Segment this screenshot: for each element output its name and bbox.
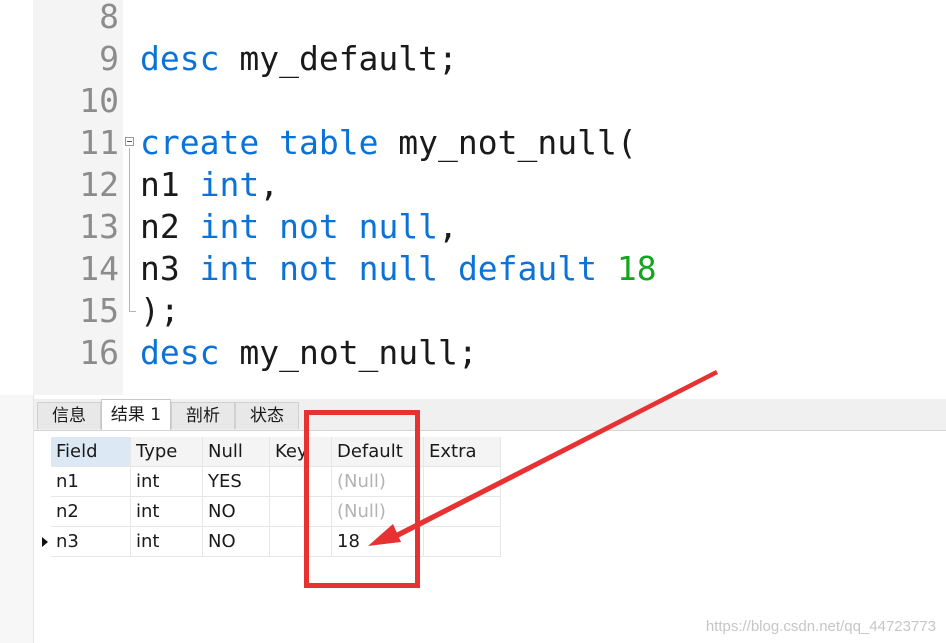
cell-type[interactable]: int — [131, 467, 203, 497]
line-number: 14 — [79, 249, 119, 288]
fold-range-end — [129, 311, 136, 312]
cell-field[interactable]: n3 — [51, 527, 131, 557]
cell-null[interactable]: NO — [203, 527, 270, 557]
sql-keyword: desc — [140, 333, 220, 372]
line-number: 8 — [99, 0, 119, 36]
row-indicator[interactable] — [34, 497, 51, 527]
cell-extra[interactable] — [424, 467, 501, 497]
fold-collapse-icon[interactable] — [125, 137, 134, 146]
sql-text: n1 — [140, 165, 200, 204]
sql-keyword: not — [279, 249, 339, 288]
sql-text: , — [438, 207, 458, 246]
sql-number: 18 — [616, 249, 657, 288]
code-line[interactable]: 8 — [0, 0, 946, 38]
code-line[interactable]: 9 desc my_default; — [0, 38, 946, 80]
line-number: 9 — [99, 39, 119, 78]
results-left-margin — [0, 395, 34, 643]
sql-keyword: not — [279, 207, 339, 246]
sql-text: , — [259, 165, 280, 204]
code-text[interactable]: create table my_not_null( — [140, 122, 637, 164]
grid-header-row: Field Type Null Key Default Extra — [34, 437, 501, 467]
sql-keyword: int — [199, 249, 260, 288]
column-header-type[interactable]: Type — [131, 437, 203, 467]
code-line[interactable]: 10 — [0, 80, 946, 122]
sql-text: ); — [140, 291, 180, 330]
row-indicator[interactable] — [34, 527, 51, 557]
cell-null[interactable]: NO — [203, 497, 270, 527]
table-row[interactable]: n2 int NO (Null) — [34, 497, 501, 527]
column-header-null[interactable]: Null — [203, 437, 270, 467]
row-indicator[interactable] — [34, 467, 51, 497]
tab-status[interactable]: 状态 — [235, 402, 299, 429]
sql-text: n3 — [140, 249, 200, 288]
cell-extra[interactable] — [424, 527, 501, 557]
annotation-highlight-box — [304, 410, 420, 588]
cell-null[interactable]: YES — [203, 467, 270, 497]
code-text[interactable]: desc my_not_null; — [140, 332, 478, 374]
results-panel: 信息 结果 1 剖析 状态 Field Type Null Key Defaul… — [0, 395, 946, 643]
code-line[interactable]: 14 n3 int not null default 18 — [0, 248, 946, 290]
code-text[interactable]: ); — [140, 290, 180, 332]
line-number: 16 — [79, 333, 119, 372]
code-line[interactable]: 16 desc my_not_null; — [0, 332, 946, 374]
line-number: 11 — [79, 123, 119, 162]
cell-field[interactable]: n2 — [51, 497, 131, 527]
line-number: 12 — [79, 165, 119, 204]
column-header-field[interactable]: Field — [51, 437, 131, 467]
sql-text: my_not_null; — [219, 333, 478, 372]
code-text[interactable]: desc my_default; — [140, 38, 458, 80]
tab-result-1[interactable]: 结果 1 — [101, 399, 171, 430]
code-line[interactable]: 11 create table my_not_null( — [0, 122, 946, 164]
tab-profile[interactable]: 剖析 — [171, 402, 235, 429]
sql-text: my_default; — [219, 39, 458, 78]
cell-type[interactable]: int — [131, 527, 203, 557]
line-number: 15 — [79, 291, 119, 330]
line-number: 13 — [79, 207, 119, 246]
column-header-extra[interactable]: Extra — [424, 437, 501, 467]
sql-keyword: table — [279, 123, 379, 162]
sql-keyword: null — [358, 249, 439, 288]
watermark: https://blog.csdn.net/qq_44723773 — [705, 618, 936, 635]
cell-extra[interactable] — [424, 497, 501, 527]
code-text[interactable]: n3 int not null default 18 — [140, 248, 657, 290]
sql-keyword: int — [199, 207, 260, 246]
current-row-arrow-icon — [42, 537, 48, 547]
table-row[interactable]: n1 int YES (Null) — [34, 467, 501, 497]
sql-text: my_not_null( — [378, 123, 637, 162]
code-line[interactable]: 12 n1 int, — [0, 164, 946, 206]
sql-keyword: desc — [140, 39, 220, 78]
sql-keyword: default — [457, 249, 598, 288]
sql-editor[interactable]: 8 9 desc my_default; 10 11 create table my_no… — [0, 0, 946, 395]
sql-keyword: int — [199, 165, 260, 204]
tab-info[interactable]: 信息 — [37, 402, 101, 429]
sql-keyword: create — [140, 123, 260, 162]
cell-type[interactable]: int — [131, 497, 203, 527]
sql-keyword: null — [358, 207, 439, 246]
code-line[interactable]: 15); — [0, 290, 946, 332]
sql-text: n2 — [140, 207, 200, 246]
results-tab-bar: 信息 结果 1 剖析 状态 — [34, 399, 946, 431]
code-text[interactable]: n1 int, — [140, 164, 279, 206]
cell-field[interactable]: n1 — [51, 467, 131, 497]
fold-range-line — [129, 148, 130, 312]
code-text[interactable]: n2 int not null, — [140, 206, 458, 248]
table-row-selected[interactable]: n3 int NO 18 — [34, 527, 501, 557]
line-number: 10 — [79, 81, 119, 120]
code-line[interactable]: 13 n2 int not null, — [0, 206, 946, 248]
